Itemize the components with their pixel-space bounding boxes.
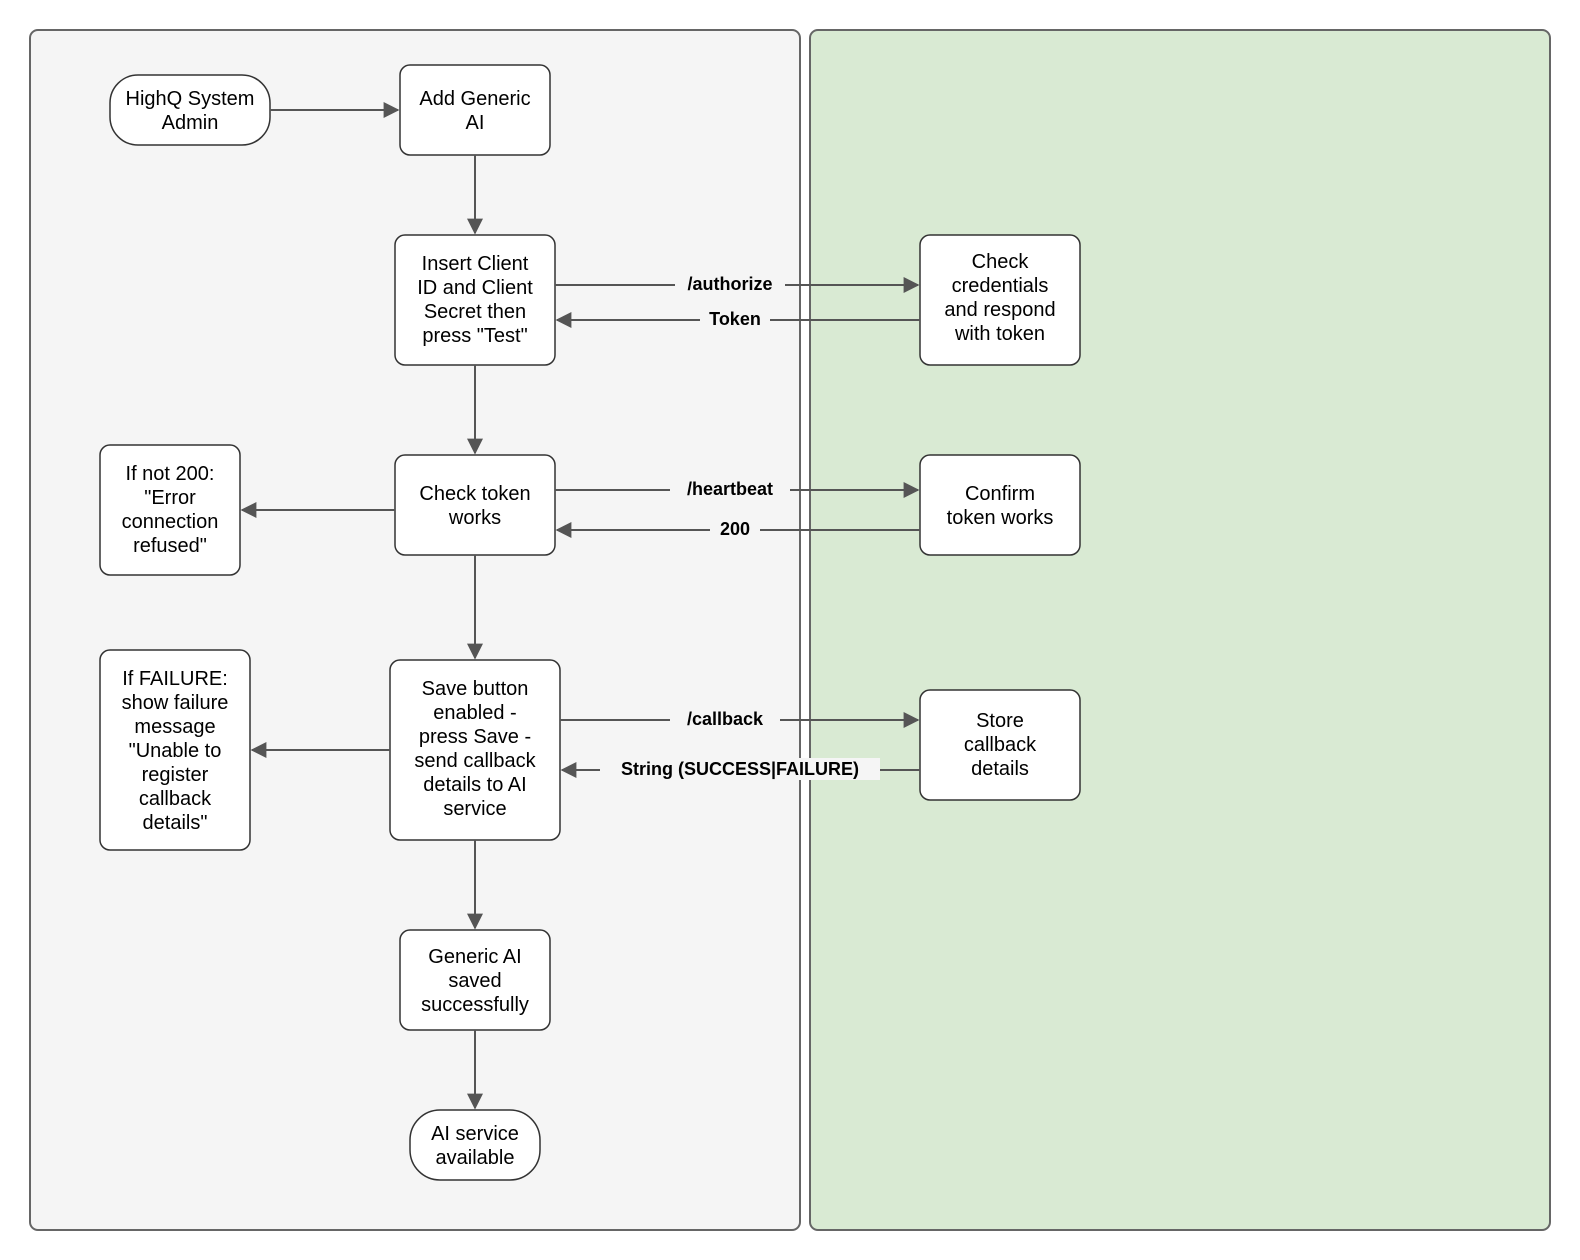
svg-text:Store: Store (976, 710, 1024, 732)
node-save-button-line6: service (443, 798, 506, 820)
svg-text:Admin: Admin (162, 112, 219, 134)
svg-text:Check: Check (972, 251, 1030, 273)
svg-text:details to AI: details to AI (423, 774, 526, 796)
svg-text:and respond: and respond (944, 299, 1055, 321)
svg-text:callback: callback (964, 734, 1037, 756)
svg-text:enabled -: enabled - (433, 702, 516, 724)
node-if-failure-line5: register (142, 764, 209, 786)
svg-text:callback: callback (139, 788, 212, 810)
svg-text:ID and Client: ID and Client (417, 277, 533, 299)
svg-text:Insert Client: Insert Client (422, 253, 529, 275)
svg-text:Check token: Check token (419, 483, 530, 505)
svg-text:String (SUCCESS|FAILURE): String (SUCCESS|FAILURE) (621, 759, 859, 779)
svg-text:successfully: successfully (421, 994, 529, 1016)
svg-text:details": details" (143, 812, 208, 834)
svg-text:message: message (134, 716, 215, 738)
svg-text:Save button: Save button (422, 678, 529, 700)
svg-text:press Save -: press Save - (419, 726, 531, 748)
svg-text:"Error: "Error (144, 487, 196, 509)
node-insert-client-line1: Insert Client (422, 253, 529, 275)
node-ai-available-line1: AI service (431, 1123, 519, 1145)
node-store-callback-line3: details (971, 758, 1029, 780)
svg-text:/authorize: /authorize (687, 274, 772, 294)
node-add-generic-line2: AI (466, 112, 485, 134)
node-if-failure-line7: details" (143, 812, 208, 834)
svg-text:with token: with token (954, 323, 1045, 345)
edge-heartbeat-label: /heartbeat (687, 479, 773, 499)
node-admin-line1: HighQ System (126, 88, 255, 110)
svg-text:/heartbeat: /heartbeat (687, 479, 773, 499)
node-confirm-token-line2: token works (947, 507, 1054, 529)
node-if-failure-line2: show failure (122, 692, 229, 714)
node-if-not-200-line2: "Error (144, 487, 196, 509)
node-save-button-line4: send callback (414, 750, 536, 772)
node-store-callback-line1: Store (976, 710, 1024, 732)
svg-text:If not 200:: If not 200: (126, 463, 215, 485)
svg-text:saved: saved (448, 970, 501, 992)
svg-text:send callback: send callback (414, 750, 536, 772)
node-if-failure-line1: If FAILURE: (122, 668, 228, 690)
svg-text:credentials: credentials (952, 275, 1049, 297)
svg-text:connection: connection (122, 511, 219, 533)
node-if-failure-line6: callback (139, 788, 212, 810)
svg-text:"Unable to: "Unable to (129, 740, 222, 762)
flowchart-canvas: HighQ System Admin Add Generic AI Insert… (0, 0, 1580, 1260)
node-insert-client-line4: press "Test" (422, 325, 527, 347)
node-save-button-line5: details to AI (423, 774, 526, 796)
svg-text:show failure: show failure (122, 692, 229, 714)
svg-text:service: service (443, 798, 506, 820)
svg-text:works: works (448, 507, 501, 529)
svg-text:Add Generic: Add Generic (419, 88, 530, 110)
node-ai-available-line2: available (436, 1147, 515, 1169)
svg-text:Confirm: Confirm (965, 483, 1035, 505)
node-add-generic-line1: Add Generic (419, 88, 530, 110)
node-save-button-line1: Save button (422, 678, 529, 700)
svg-text:/callback: /callback (687, 709, 764, 729)
swimlane-right (810, 30, 1550, 1230)
svg-text:Generic AI: Generic AI (428, 946, 521, 968)
node-insert-client-line2: ID and Client (417, 277, 533, 299)
svg-text:refused": refused" (133, 535, 207, 557)
svg-text:HighQ System: HighQ System (126, 88, 255, 110)
node-store-callback-line2: callback (964, 734, 1037, 756)
node-saved-ok-line3: successfully (421, 994, 529, 1016)
svg-text:AI: AI (466, 112, 485, 134)
node-check-creds-line3: and respond (944, 299, 1055, 321)
node-check-token-line2: works (448, 507, 501, 529)
svg-text:register: register (142, 764, 209, 786)
edge-authorize-label: /authorize (687, 274, 772, 294)
node-check-creds-line1: Check (972, 251, 1030, 273)
node-confirm-token-line1: Confirm (965, 483, 1035, 505)
svg-text:available: available (436, 1147, 515, 1169)
edge-success-failure-label: String (SUCCESS|FAILURE) (621, 759, 859, 779)
node-saved-ok-line2: saved (448, 970, 501, 992)
node-if-failure-line4: "Unable to (129, 740, 222, 762)
edge-callback-label: /callback (687, 709, 764, 729)
node-saved-ok-line1: Generic AI (428, 946, 521, 968)
node-if-not-200-line4: refused" (133, 535, 207, 557)
svg-text:Secret then: Secret then (424, 301, 526, 323)
node-if-not-200-line1: If not 200: (126, 463, 215, 485)
svg-text:If FAILURE:: If FAILURE: (122, 668, 228, 690)
svg-text:AI service: AI service (431, 1123, 519, 1145)
node-if-not-200-line3: connection (122, 511, 219, 533)
node-save-button-line3: press Save - (419, 726, 531, 748)
svg-text:Token: Token (709, 309, 761, 329)
edge-200-label: 200 (720, 519, 750, 539)
node-check-creds-line4: with token (954, 323, 1045, 345)
svg-text:details: details (971, 758, 1029, 780)
node-save-button-line2: enabled - (433, 702, 516, 724)
edge-token-label: Token (709, 309, 761, 329)
swimlane-left (30, 30, 800, 1230)
svg-text:200: 200 (720, 519, 750, 539)
node-admin-line2: Admin (162, 112, 219, 134)
svg-text:token works: token works (947, 507, 1054, 529)
node-check-creds-line2: credentials (952, 275, 1049, 297)
node-check-token-line1: Check token (419, 483, 530, 505)
svg-text:press "Test": press "Test" (422, 325, 527, 347)
node-if-failure-line3: message (134, 716, 215, 738)
node-insert-client-line3: Secret then (424, 301, 526, 323)
